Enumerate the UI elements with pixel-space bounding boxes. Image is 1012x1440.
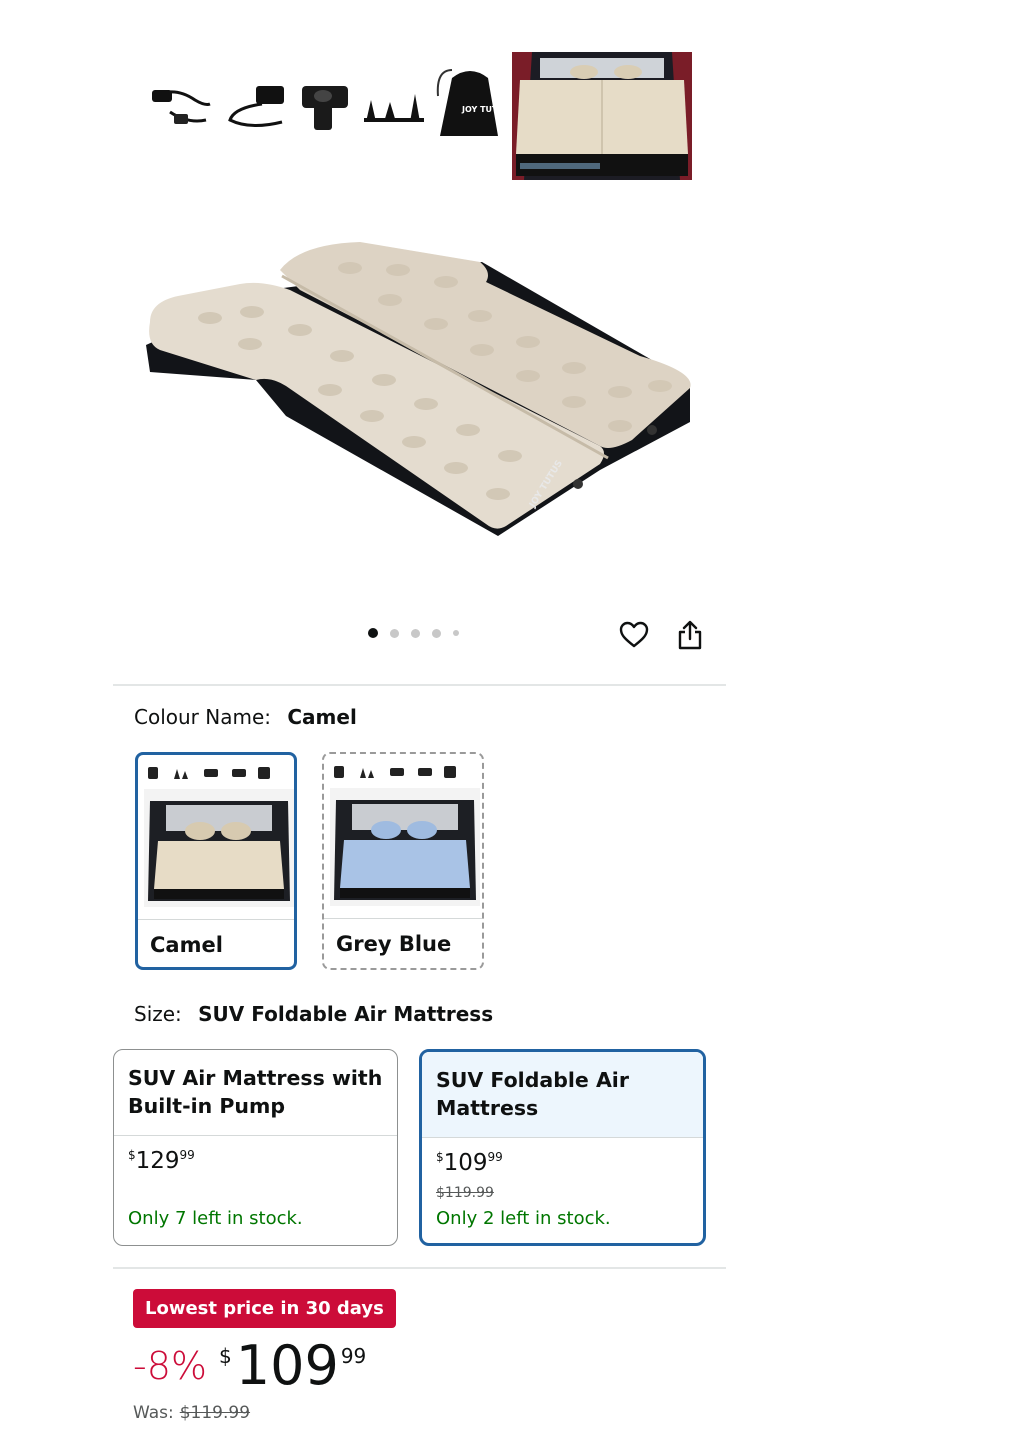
colour-option-grey-blue[interactable]: Grey Blue (322, 752, 484, 970)
size-option-title-line: Built-in Pump (128, 1094, 285, 1118)
price-fraction: 99 (487, 1150, 503, 1164)
colour-option-camel[interactable]: Camel (135, 752, 297, 970)
size-option-title: SUV Foldable Air Mattress (422, 1052, 703, 1137)
price-whole: 109 (235, 1334, 339, 1397)
size-option-title-line: SUV Foldable Air (436, 1068, 629, 1092)
car-preview-thumbnail[interactable] (512, 52, 692, 180)
colour-selected-value: Camel (287, 705, 357, 729)
accessory-wall-adapter-image (228, 86, 284, 127)
swatch-separator (138, 919, 294, 920)
share-button[interactable] (673, 618, 707, 652)
carousel-dot[interactable] (390, 628, 399, 638)
image-carousel-dots[interactable] (368, 628, 459, 638)
accessory-car-charger-image (152, 90, 211, 124)
was-price: Was: $119.99 (133, 1403, 250, 1423)
grey-blue-swatch-image (330, 766, 480, 906)
accessory-nozzles-image (364, 94, 424, 122)
size-selected-value: SUV Foldable Air Mattress (198, 1002, 494, 1026)
price-whole: 129 (135, 1148, 180, 1174)
size-option-price: $10999 (436, 1150, 503, 1176)
size-option-title-line: Mattress (436, 1096, 539, 1120)
size-option-built-in-pump[interactable]: SUV Air Mattress with Built-in Pump $129… (113, 1049, 398, 1246)
accessory-electric-pump-image (302, 86, 348, 130)
air-mattress-image: JOY TUTUS (146, 242, 691, 536)
size-card-divider (422, 1137, 703, 1138)
accessory-storage-bag-image: JOY TUTUS (436, 69, 510, 136)
size-label: Size: (134, 1002, 182, 1026)
camel-swatch-image (144, 767, 294, 907)
colour-label: Colour Name: (134, 705, 271, 729)
heart-icon (619, 621, 649, 648)
price-whole: 109 (443, 1150, 488, 1176)
discount-percent: -8% (133, 1344, 207, 1388)
price-currency: $ (436, 1150, 444, 1164)
carousel-dot[interactable] (411, 628, 420, 638)
current-price: -8% $ 109 99 (133, 1336, 366, 1396)
colour-option-label: Camel (150, 933, 223, 957)
size-option-price: $12999 (128, 1148, 195, 1174)
size-row: Size: SUV Foldable Air Mattress (134, 1002, 493, 1026)
carousel-dot[interactable] (368, 628, 378, 638)
stock-status: Only 7 left in stock. (128, 1208, 303, 1229)
size-option-was-price: $119.99 (436, 1185, 494, 1201)
section-divider (113, 684, 726, 686)
size-card-divider (114, 1135, 397, 1136)
section-divider (113, 1267, 726, 1269)
price-fraction: 99 (179, 1148, 195, 1162)
carousel-dot[interactable] (453, 630, 459, 636)
was-value: $119.99 (179, 1403, 251, 1423)
price-currency: $ (128, 1148, 136, 1162)
size-option-foldable[interactable]: SUV Foldable Air Mattress $10999 $119.99… (419, 1049, 706, 1246)
lowest-price-badge: Lowest price in 30 days (133, 1289, 396, 1328)
wishlist-button[interactable] (617, 618, 651, 652)
size-option-title: SUV Air Mattress with Built-in Pump (114, 1050, 397, 1135)
price-currency: $ (219, 1344, 232, 1368)
size-option-title-line: SUV Air Mattress with (128, 1066, 383, 1090)
carousel-dot[interactable] (432, 628, 441, 638)
stock-status: Only 2 left in stock. (436, 1208, 611, 1229)
colour-name-row: Colour Name: Camel (134, 705, 357, 729)
share-icon (678, 620, 702, 650)
product-image-gallery[interactable]: JOY TUTUS JOY TUTUS (110, 30, 730, 590)
was-label: Was: (133, 1403, 174, 1423)
colour-option-label: Grey Blue (336, 932, 452, 956)
bag-brand-text: JOY TUTUS (461, 105, 510, 114)
swatch-separator (324, 918, 482, 919)
price-fraction: 99 (340, 1344, 367, 1368)
